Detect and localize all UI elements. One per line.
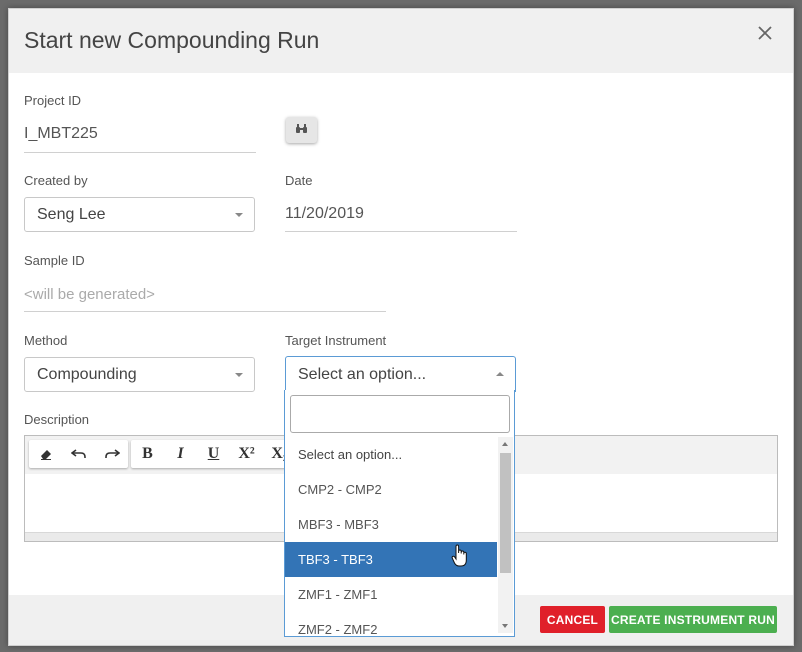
format-tool-group: B I U X² X₂ <box>131 440 296 468</box>
scrollbar-thumb[interactable] <box>500 453 511 573</box>
project-id-input[interactable]: I_MBT225 <box>24 125 98 143</box>
dropdown-option[interactable]: ZMF1 - ZMF1 <box>285 577 497 612</box>
date-underline <box>285 231 517 232</box>
close-icon[interactable] <box>755 23 775 43</box>
modal-title: Start new Compounding Run <box>24 27 320 53</box>
method-value: Compounding <box>37 366 137 383</box>
dropdown-options-list: Select an option... CMP2 - CMP2 MBF3 - M… <box>285 437 497 647</box>
created-by-select[interactable]: Seng Lee <box>24 197 255 232</box>
date-input[interactable]: 11/20/2019 <box>285 205 364 223</box>
redo-icon[interactable] <box>95 440 128 468</box>
dropdown-search-input[interactable] <box>290 395 510 433</box>
target-instrument-label: Target Instrument <box>285 333 387 348</box>
create-instrument-run-button[interactable]: CREATE INSTRUMENT RUN <box>609 606 777 633</box>
dropdown-option[interactable]: MBF3 - MBF3 <box>285 507 497 542</box>
sample-id-underline <box>24 311 386 312</box>
italic-button[interactable]: I <box>164 440 197 468</box>
project-id-underline <box>24 152 256 153</box>
date-label: Date <box>285 173 313 188</box>
hand-cursor-icon <box>451 544 469 573</box>
target-instrument-value: Select an option... <box>298 366 427 383</box>
dropdown-option[interactable]: Select an option... <box>285 437 497 472</box>
bold-button[interactable]: B <box>131 440 164 468</box>
undo-icon[interactable] <box>62 440 95 468</box>
created-by-label: Created by <box>24 173 88 188</box>
sample-id-label: Sample ID <box>24 253 85 268</box>
cancel-button[interactable]: CANCEL <box>540 606 605 633</box>
eraser-icon[interactable] <box>29 440 62 468</box>
history-tool-group <box>29 440 128 468</box>
target-instrument-select[interactable]: Select an option... <box>285 356 516 392</box>
binoculars-icon <box>295 121 308 139</box>
created-by-value: Seng Lee <box>37 206 106 223</box>
target-instrument-dropdown: Select an option... CMP2 - CMP2 MBF3 - M… <box>284 390 515 637</box>
sample-id-input[interactable]: <will be generated> <box>24 286 155 303</box>
chevron-down-icon <box>235 213 243 217</box>
project-id-label: Project ID <box>24 93 82 108</box>
superscript-button[interactable]: X² <box>230 440 263 468</box>
description-label: Description <box>24 412 90 427</box>
dropdown-option[interactable]: CMP2 - CMP2 <box>285 472 497 507</box>
modal-header: Start new Compounding Run <box>9 9 793 73</box>
chevron-down-icon <box>235 373 243 377</box>
dropdown-scrollbar[interactable] <box>498 437 513 633</box>
scroll-down-icon[interactable] <box>502 624 508 628</box>
underline-button[interactable]: U <box>197 440 230 468</box>
chevron-up-icon <box>496 372 504 376</box>
project-search-button[interactable] <box>286 117 317 143</box>
method-select[interactable]: Compounding <box>24 357 255 392</box>
dropdown-option[interactable]: ZMF2 - ZMF2 <box>285 612 497 647</box>
method-label: Method <box>24 333 68 348</box>
scroll-up-icon[interactable] <box>502 442 508 446</box>
